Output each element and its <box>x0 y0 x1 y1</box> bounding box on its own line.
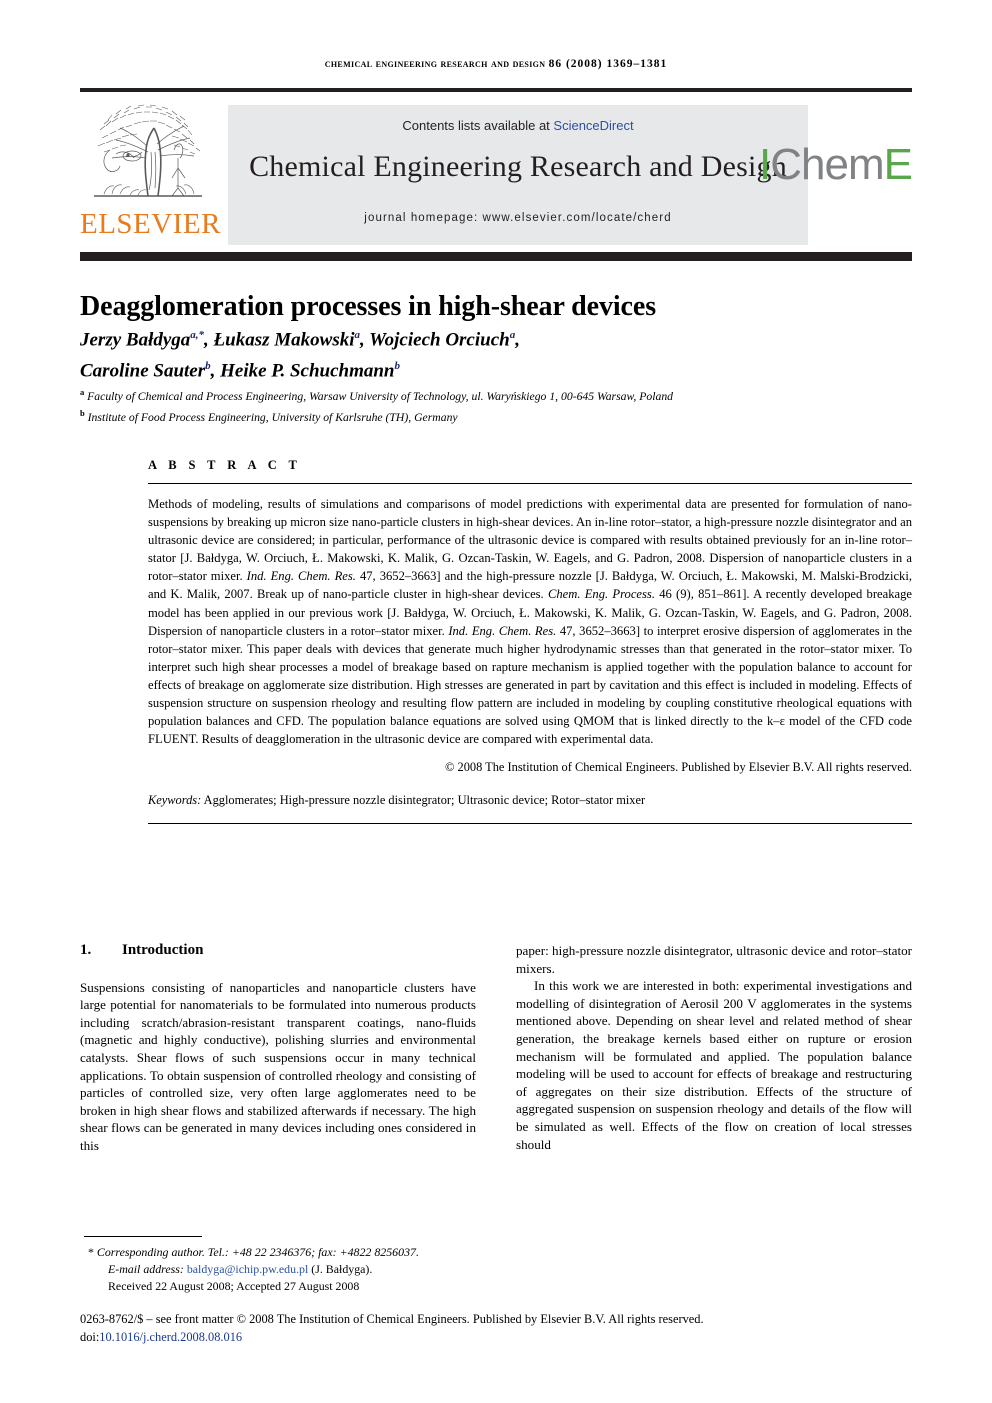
body-column-right: paper: high-pressure nozzle disintegrato… <box>516 942 912 1153</box>
author-name-2: , Łukasz Makowski <box>204 329 355 351</box>
abstract-seg-4: 47, 3652–3663] to interpret erosive disp… <box>148 623 912 747</box>
email-label: E-mail address: <box>108 1262 184 1276</box>
running-head: Chemical Engineering Research and Design… <box>0 58 992 70</box>
abstract-rule-top <box>148 483 912 484</box>
journal-band: Contents lists available at ScienceDirec… <box>228 105 808 245</box>
abstract-text: Methods of modeling, results of simulati… <box>148 495 912 748</box>
affiliations: a Faculty of Chemical and Process Engine… <box>80 384 900 426</box>
contents-prefix: Contents lists available at <box>402 118 554 133</box>
author-name-4: Caroline Sauter <box>80 360 206 382</box>
affiliation-b-text: Institute of Food Process Engineering, U… <box>84 410 458 424</box>
elsevier-tree-icon <box>94 104 202 197</box>
contents-list-line: Contents lists available at ScienceDirec… <box>228 105 808 133</box>
front-matter-line: 0263-8762/$ – see front matter © 2008 Th… <box>80 1312 704 1326</box>
abstract-label: A B S T R A C T <box>148 458 302 472</box>
corresponding-author-note: * Corresponding author. Tel.: +48 22 234… <box>80 1244 920 1261</box>
email-link[interactable]: baldyga@ichip.pw.edu.pl <box>184 1262 308 1276</box>
elsevier-logo: ELSEVIER <box>80 100 221 245</box>
affiliation-b: b Institute of Food Process Engineering,… <box>80 405 900 426</box>
received-accepted-note: Received 22 August 2008; Accepted 27 Aug… <box>108 1279 360 1293</box>
icheme-logo: IChemE <box>759 140 913 189</box>
body-column-left: 1. Introduction Suspensions consisting of… <box>80 942 476 1155</box>
intro-paragraph-left: Suspensions consisting of nanoparticles … <box>80 979 476 1153</box>
affiliation-a: a Faculty of Chemical and Process Engine… <box>80 384 900 405</box>
sciencedirect-link[interactable]: ScienceDirect <box>553 118 633 133</box>
author-name-1: Jerzy Bałdyga <box>80 329 191 351</box>
abstract-italic-2: Chem. Eng. Process. <box>547 587 655 602</box>
running-head-volume: 86 (2008) 1369–1381 <box>548 58 668 70</box>
author-affil-marker-1: a,* <box>190 329 205 341</box>
author-name-3: , Wojciech Orciuch <box>360 329 510 351</box>
keywords-label: Keywords: <box>148 793 202 808</box>
header-rule-bottom <box>80 252 912 261</box>
article-page: Chemical Engineering Research and Design… <box>0 0 992 1403</box>
running-head-journal: Chemical Engineering Research and Design <box>324 58 546 70</box>
abstract-italic-1: Ind. Eng. Chem. Res. <box>246 569 356 584</box>
journal-masthead: ELSEVIER Contents lists available at Sci… <box>80 100 913 245</box>
journal-title: Chemical Engineering Research and Design <box>249 150 787 183</box>
header-rule-top <box>80 88 912 92</box>
keywords-value: Agglomerates; High-pressure nozzle disin… <box>201 793 646 808</box>
affiliation-a-text: Faculty of Chemical and Process Engineer… <box>84 389 674 403</box>
footnote-block: * Corresponding author. Tel.: +48 22 234… <box>80 1244 920 1295</box>
abstract-copyright: © 2008 The Institution of Chemical Engin… <box>444 760 912 775</box>
icheme-logo-chem: Chem <box>770 140 884 189</box>
corresponding-text: Corresponding author. Tel.: +48 22 23463… <box>93 1245 419 1259</box>
article-title: Deagglomeration processes in high-shear … <box>80 290 656 322</box>
abstract-rule-bottom <box>148 823 912 825</box>
author-sep-1: , <box>515 329 520 351</box>
intro-paragraph-right-2: In this work we are interested in both: … <box>516 978 912 1152</box>
author-affil-marker-5: b <box>394 360 401 373</box>
abstract-italic-3: Ind. Eng. Chem. Res. <box>448 623 557 638</box>
doi-label: doi: <box>80 1330 100 1344</box>
section-heading-introduction: 1. Introduction <box>80 942 476 960</box>
keywords-line: Keywords: Agglomerates; High-pressure no… <box>148 793 912 808</box>
section-title: Introduction <box>122 942 204 958</box>
doi-line: doi:10.1016/j.cherd.2008.08.016 <box>80 1328 930 1346</box>
doi-link[interactable]: 10.1016/j.cherd.2008.08.016 <box>99 1330 242 1344</box>
elsevier-wordmark: ELSEVIER <box>80 208 221 240</box>
email-suffix: (J. Bałdyga). <box>308 1262 373 1276</box>
author-list: Jerzy Bałdygaa,*, Łukasz Makowskia, Wojc… <box>80 322 880 385</box>
front-matter-block: 0263-8762/$ – see front matter © 2008 Th… <box>80 1310 930 1346</box>
author-name-5: , Heike P. Schuchmann <box>210 360 395 382</box>
journal-homepage[interactable]: journal homepage: www.elsevier.com/locat… <box>228 184 808 224</box>
section-number: 1. <box>80 942 92 958</box>
intro-paragraph-right-1: paper: high-pressure nozzle disintegrato… <box>516 943 912 976</box>
abstract-block: A B S T R A C T Methods of modeling, res… <box>148 458 912 825</box>
footnote-rule <box>84 1236 202 1238</box>
email-note: E-mail address: baldyga@ichip.pw.edu.pl … <box>80 1261 920 1278</box>
article-body: 1. Introduction Suspensions consisting of… <box>80 942 912 1227</box>
icheme-logo-e: E <box>883 140 913 189</box>
icheme-logo-i: I <box>759 140 771 189</box>
